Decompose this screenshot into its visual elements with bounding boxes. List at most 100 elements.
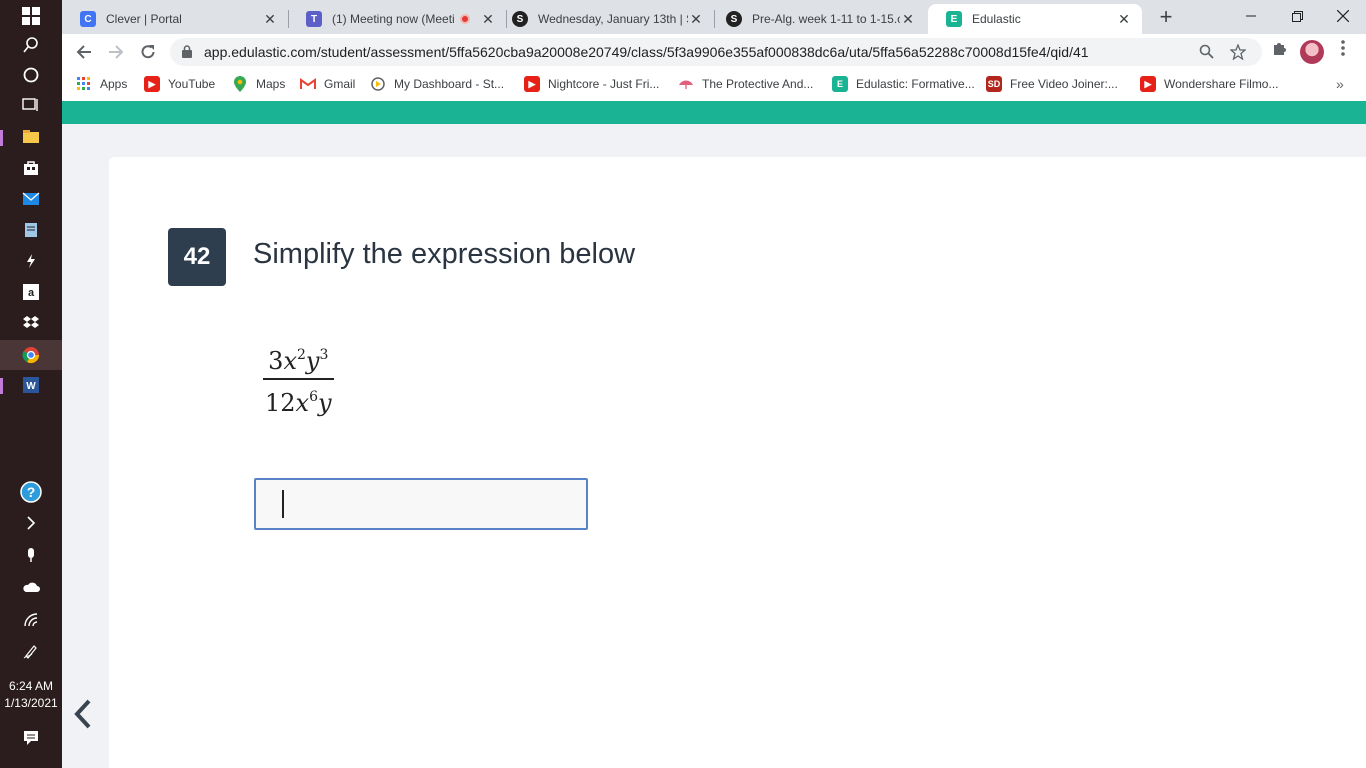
maps-icon: [232, 76, 248, 92]
clock-date: 1/13/2021: [4, 696, 58, 710]
youtube-icon: ▶: [524, 76, 540, 92]
lock-icon[interactable]: [182, 45, 192, 58]
word-icon[interactable]: W: [0, 370, 62, 400]
umbrella-icon: [678, 76, 694, 92]
bookmarks-bar: Apps ▶ YouTube Maps Gmail My Dashboard -…: [62, 70, 1366, 98]
help-icon[interactable]: ?: [0, 477, 62, 507]
clever-icon: C: [80, 11, 96, 27]
system-clock[interactable]: 6:24 AM 1/13/2021: [0, 678, 62, 712]
wifi-icon[interactable]: [0, 605, 62, 635]
svg-text:?: ?: [27, 484, 36, 500]
reload-button[interactable]: [136, 40, 160, 64]
close-icon[interactable]: ✕: [900, 11, 916, 28]
bookmark-apps[interactable]: Apps: [76, 75, 127, 93]
onedrive-icon[interactable]: [0, 572, 62, 602]
bookmark-label: Free Video Joiner:...: [1010, 77, 1118, 91]
tab-title: Clever | Portal: [106, 12, 182, 26]
edulastic-icon: E: [832, 76, 848, 92]
bookmark-label: Maps: [256, 77, 286, 91]
bookmark-nightcore[interactable]: ▶ Nightcore - Just Fri...: [524, 75, 659, 93]
chrome-menu-icon[interactable]: [1332, 40, 1354, 62]
windows-start-icon[interactable]: [0, 1, 62, 31]
bookmark-gmail[interactable]: Gmail: [300, 75, 355, 93]
assessment-page: 42 Simplify the expression below 3x2y3 1…: [62, 124, 1366, 768]
bookmark-label: My Dashboard - St...: [394, 77, 505, 91]
svg-text:W: W: [26, 381, 36, 392]
amazon-icon[interactable]: a: [0, 277, 62, 307]
bookmark-protective[interactable]: The Protective And...: [678, 75, 813, 93]
tab-schoology-wednesday[interactable]: S Wednesday, January 13th | S ✕: [494, 4, 714, 34]
zoom-icon[interactable]: [1196, 44, 1216, 64]
notification-icon[interactable]: [0, 723, 62, 753]
bookmark-label: Apps: [100, 77, 128, 91]
browser-window: C Clever | Portal ✕ T (1) Meeting now (M…: [62, 0, 1366, 101]
windows-taskbar: a W ? 6:24 AM 1/13/2021: [0, 0, 62, 768]
bookmark-video-joiner[interactable]: SD Free Video Joiner:...: [986, 75, 1118, 93]
tab-title: (1) Meeting now (Meeti: [332, 12, 455, 26]
profile-avatar[interactable]: [1300, 40, 1324, 64]
bookmark-edulastic[interactable]: E Edulastic: Formative...: [832, 75, 975, 93]
bookmark-label: Nightcore - Just Fri...: [548, 77, 660, 91]
store-icon[interactable]: [0, 153, 62, 183]
fraction-numerator: 3x2y3: [268, 347, 329, 375]
task-view-icon[interactable]: [0, 90, 62, 120]
schoology-icon: S: [726, 11, 742, 27]
notes-icon[interactable]: [0, 215, 62, 245]
text-cursor: [282, 490, 284, 518]
tab-title: Edulastic: [972, 12, 1021, 26]
cortana-icon[interactable]: [0, 60, 62, 90]
bookmark-my-dashboard[interactable]: My Dashboard - St...: [370, 75, 504, 93]
fraction-bar: [263, 378, 334, 380]
minimize-button[interactable]: [1228, 0, 1274, 32]
chevron-right-icon[interactable]: [0, 508, 62, 538]
file-explorer-icon[interactable]: [0, 122, 62, 152]
pen-icon[interactable]: [0, 636, 62, 666]
tab-clever[interactable]: C Clever | Portal ✕: [62, 4, 288, 34]
answer-input[interactable]: [254, 478, 588, 530]
svg-text:a: a: [28, 287, 35, 299]
browser-toolbar: app.edulastic.com/student/assessment/5ff…: [62, 34, 1366, 70]
bookmark-label: YouTube: [168, 77, 216, 91]
dropbox-icon[interactable]: [0, 308, 62, 338]
tab-title: Pre-Alg. week 1-11 to 1-15.c: [752, 12, 900, 26]
lightning-app-icon[interactable]: [0, 246, 62, 276]
close-icon[interactable]: ✕: [688, 11, 704, 28]
question-number-badge: 42: [168, 228, 226, 286]
gmail-icon: [300, 76, 316, 92]
chrome-taskbar-icon[interactable]: [0, 340, 62, 370]
teams-icon: T: [306, 11, 322, 27]
previous-question-icon[interactable]: [74, 699, 92, 737]
fraction-denominator: 12x6y: [265, 389, 332, 417]
mail-icon[interactable]: [0, 184, 62, 214]
tab-edulastic[interactable]: E Edulastic ✕: [928, 4, 1142, 34]
address-bar[interactable]: app.edulastic.com/student/assessment/5ff…: [170, 38, 1262, 66]
close-window-button[interactable]: [1320, 0, 1366, 32]
bookmark-label: Gmail: [324, 77, 356, 91]
video-joiner-icon: SD: [986, 76, 1002, 92]
new-tab-button[interactable]: +: [1154, 6, 1178, 30]
bookmark-maps[interactable]: Maps: [232, 75, 285, 93]
bookmark-label: Wondershare Filmo...: [1164, 77, 1279, 91]
bookmark-star-icon[interactable]: [1228, 43, 1248, 64]
dashboard-icon: [370, 76, 386, 92]
bookmark-youtube[interactable]: ▶ YouTube: [144, 75, 215, 93]
clock-time: 6:24 AM: [8, 679, 54, 693]
back-button[interactable]: [72, 40, 96, 64]
bookmark-label: The Protective And...: [702, 77, 814, 91]
search-icon[interactable]: [0, 30, 62, 60]
url-text[interactable]: app.edulastic.com/student/assessment/5ff…: [204, 44, 1089, 60]
apps-grid-icon: [76, 76, 92, 92]
question-card: 42 Simplify the expression below 3x2y3 1…: [109, 157, 1366, 768]
close-icon[interactable]: ✕: [1116, 11, 1132, 28]
tab-schoology-prealg[interactable]: S Pre-Alg. week 1-11 to 1-15.c ✕: [708, 4, 926, 34]
microphone-icon[interactable]: [0, 540, 62, 570]
extensions-icon[interactable]: [1268, 40, 1290, 62]
bookmarks-overflow-icon[interactable]: »: [1336, 75, 1344, 93]
restore-button[interactable]: [1274, 0, 1320, 32]
forward-button[interactable]: [104, 40, 128, 64]
math-expression: 3x2y3 12x6y: [263, 340, 334, 418]
tab-teams-meeting[interactable]: T (1) Meeting now (Meeti ✕: [288, 4, 506, 34]
bookmark-wondershare[interactable]: ▶ Wondershare Filmo...: [1140, 75, 1279, 93]
bookmark-label: Edulastic: Formative...: [856, 77, 975, 91]
close-icon[interactable]: ✕: [262, 11, 278, 28]
